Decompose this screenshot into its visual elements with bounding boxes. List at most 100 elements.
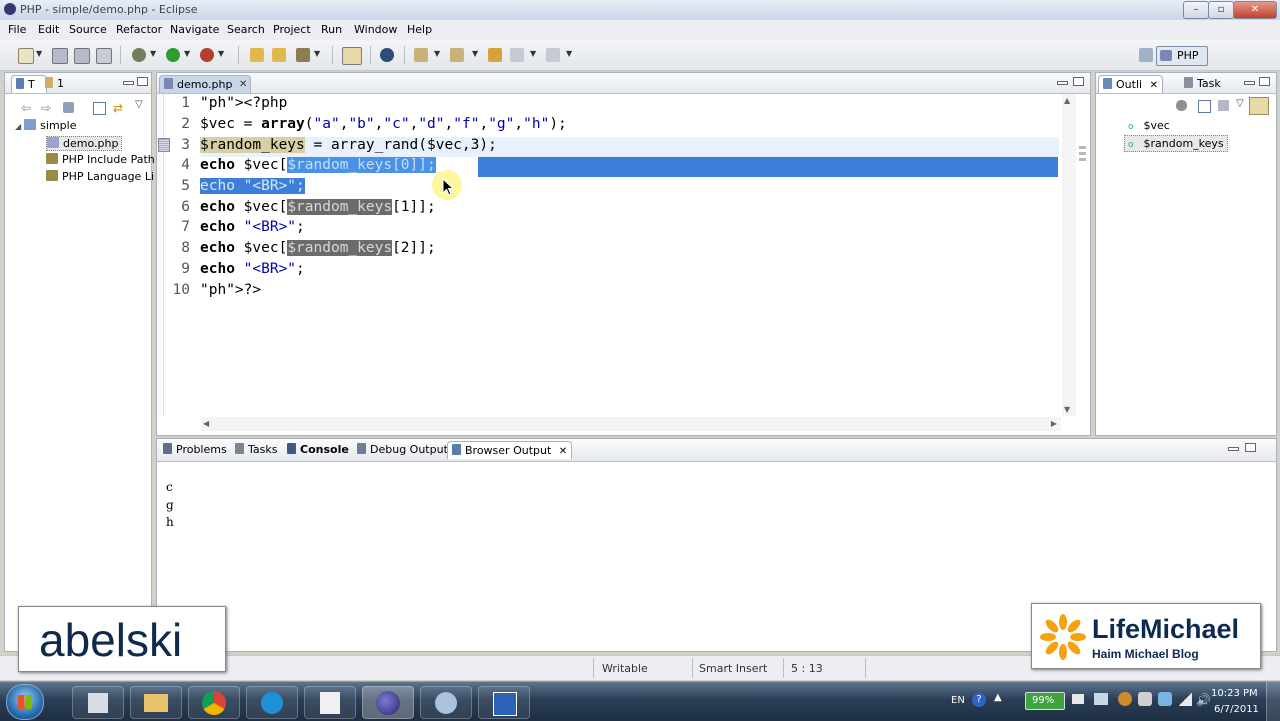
run-icon[interactable] [166,48,180,62]
print-icon[interactable] [96,48,112,64]
tab-outline[interactable]: Outli ✕ [1098,75,1163,93]
menu-file[interactable]: File [8,23,26,36]
collapse-all-icon[interactable] [93,102,106,115]
external-dropdown-icon[interactable]: ▼ [218,49,224,58]
help-icon[interactable]: ? [972,693,986,707]
forward-icon[interactable] [546,48,560,62]
prev-annotation-icon[interactable] [414,48,428,62]
save-all-icon[interactable] [74,48,90,64]
tray-app-icon[interactable] [1158,692,1172,706]
tree-item-simple[interactable]: ◢ simple [15,119,76,132]
taskbar-app-ie[interactable] [246,686,298,719]
code-line-10[interactable]: "ph">?> [200,282,261,298]
back-dropdown-icon[interactable]: ▼ [530,49,536,58]
tab-tasks[interactable]: Tasks [231,441,281,458]
open-folder-icon[interactable] [250,48,264,62]
menu-refactor[interactable]: Refactor [116,23,162,36]
battery-indicator[interactable]: 99% [1025,692,1065,710]
tray-expand-icon[interactable]: ▲ [994,692,1002,703]
next-annotation-dropdown-icon[interactable]: ▼ [472,49,478,58]
tree-item-include-path[interactable]: PHP Include Path [46,153,155,166]
wand-dropdown-icon[interactable]: ▼ [314,49,320,58]
sort-icon[interactable] [1249,97,1269,115]
debug-icon[interactable] [132,48,146,62]
tab-explorer[interactable]: 1 [41,75,68,92]
link-editor-icon[interactable]: ⇄ [113,101,123,115]
tab-debug-output[interactable]: Debug Output [353,441,452,458]
back-nav-icon[interactable]: ⇦ [21,101,31,115]
tab-demo-php[interactable]: demo.php ✕ [159,75,252,93]
run-dropdown-icon[interactable]: ▼ [184,49,190,58]
save-icon[interactable] [52,48,68,64]
last-edit-icon[interactable] [488,48,502,62]
forward-dropdown-icon[interactable]: ▼ [566,49,572,58]
scroll-left-icon[interactable]: ◀ [203,419,209,428]
close-button[interactable]: ✕ [1233,1,1277,19]
wand-icon[interactable] [296,48,310,62]
open-project-icon[interactable] [272,48,286,62]
group-icon[interactable] [1176,100,1187,111]
open-perspective-icon[interactable] [1139,48,1153,62]
scroll-up-icon[interactable]: ▲ [1064,96,1070,105]
start-button[interactable] [6,684,44,720]
volume-icon[interactable]: 🔊 [1196,693,1211,707]
outline-item-vec[interactable]: o $vec [1128,119,1170,132]
collapse-arrow-icon[interactable]: ◢ [15,122,21,131]
clock-time[interactable]: 10:23 PM [1211,688,1258,699]
menu-run[interactable]: Run [321,23,342,36]
up-nav-icon[interactable] [63,102,74,113]
new-dropdown-icon[interactable]: ▼ [36,49,42,58]
maximize-view-icon[interactable] [1259,77,1270,86]
taskbar-app-chrome[interactable] [188,686,240,719]
minimize-view-icon[interactable] [1228,447,1239,451]
menu-edit[interactable]: Edit [38,23,59,36]
globe-icon[interactable] [380,48,394,62]
debug-dropdown-icon[interactable]: ▼ [150,49,156,58]
minimize-button[interactable]: – [1183,1,1209,19]
tab-problems[interactable]: Problems [159,441,231,458]
language-indicator[interactable]: EN [951,695,965,706]
minimize-view-icon[interactable] [123,81,134,85]
next-annotation-icon[interactable] [450,48,464,62]
menu-project[interactable]: Project [273,23,311,36]
menu-search[interactable]: Search [227,23,265,36]
taskbar-app-utility[interactable] [420,686,472,719]
taskbar-app-notepad[interactable] [72,686,124,719]
scroll-right-icon[interactable]: ▶ [1051,419,1057,428]
flag-icon[interactable] [1072,694,1084,704]
code-line-8[interactable]: echo $vec[$random_keys[2]]; [200,240,436,256]
network-icon[interactable] [1094,693,1108,705]
maximize-view-icon[interactable] [1245,443,1256,452]
new-icon[interactable] [18,48,34,64]
code-line-1[interactable]: "ph"><?php [200,95,287,111]
collapse-all-icon[interactable] [1198,100,1211,113]
tray-app-icon[interactable] [1138,692,1152,706]
clock-date[interactable]: 6/7/2011 [1214,704,1259,715]
tab-console[interactable]: Console [283,441,353,458]
code-line-2[interactable]: $vec = array("a","b","c","d","f","g","h"… [200,116,567,132]
taskbar-app-odf[interactable] [304,686,356,719]
maximize-view-icon[interactable] [1073,77,1084,86]
horizontal-scrollbar[interactable]: ◀ ▶ [201,417,1061,431]
taskbar-app-screen[interactable] [478,686,530,719]
code-line-6[interactable]: echo $vec[$random_keys[1]]; [200,199,436,215]
code-line-5[interactable]: echo "<BR>"; [200,178,305,194]
view-menu-icon[interactable]: ▽ [1236,98,1244,109]
outline-item-random-keys[interactable]: o $random_keys [1124,135,1228,152]
maximize-view-icon[interactable] [137,77,148,86]
vertical-scrollbar[interactable]: ▲ ▼ [1062,94,1076,416]
code-line-9[interactable]: echo "<BR>"; [200,261,305,277]
code-line-3[interactable]: $random_keys = array_rand($vec,3); [200,137,497,153]
prev-annotation-dropdown-icon[interactable]: ▼ [434,49,440,58]
external-tools-icon[interactable] [200,48,214,62]
signal-icon[interactable] [1178,693,1192,706]
code-line-4[interactable]: echo $vec[$random_keys[0]]; [200,157,436,173]
maximize-button[interactable]: ▫ [1208,1,1234,19]
minimize-view-icon[interactable] [1057,81,1068,85]
show-desktop-button[interactable] [1266,682,1280,721]
view-menu-icon[interactable]: ▽ [135,99,143,110]
filter-icon[interactable] [1218,100,1229,111]
forward-nav-icon[interactable]: ⇨ [41,101,51,115]
tree-item-demo-php[interactable]: demo.php [46,136,123,151]
close-tab-icon[interactable]: ✕ [239,76,247,93]
